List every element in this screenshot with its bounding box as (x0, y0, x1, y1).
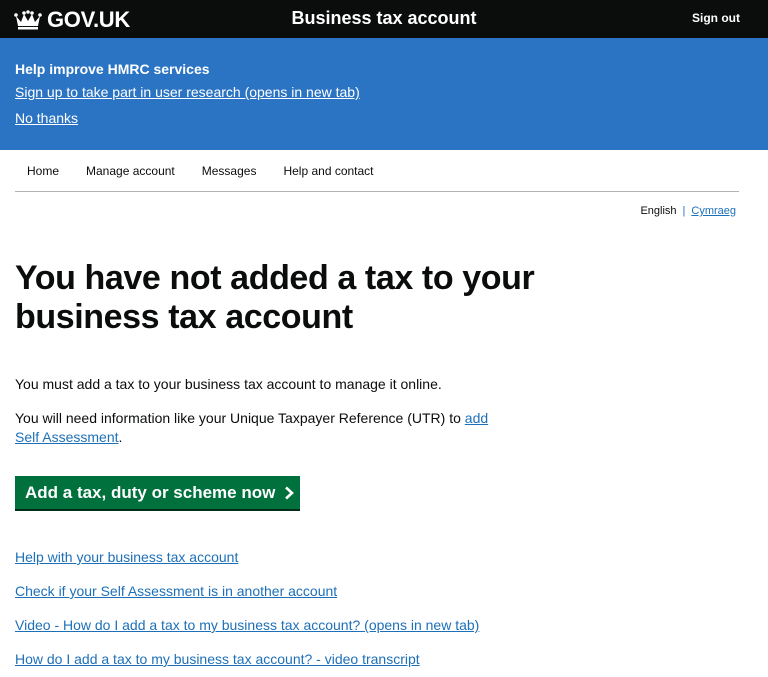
video-transcript-link[interactable]: How do I add a tax to my business tax ac… (15, 651, 420, 667)
nav-item-home[interactable]: Home (27, 164, 59, 178)
account-nav: Home Manage account Messages Help and co… (15, 150, 739, 192)
no-thanks-link[interactable]: No thanks (15, 110, 78, 126)
language-current: English (640, 205, 677, 217)
service-name-link[interactable]: Business tax account (291, 8, 476, 28)
info-paragraph-end: . (118, 429, 123, 445)
video-add-tax-link[interactable]: Video - How do I add a tax to my busines… (15, 617, 479, 633)
intro-paragraph: You must add a tax to your business tax … (15, 376, 442, 392)
language-separator: | (682, 205, 686, 217)
language-toggle: English | Cymraeg (640, 205, 736, 217)
info-paragraph-text: You will need information like your Uniq… (15, 410, 465, 426)
govuk-logo-link[interactable]: GOV.UK (14, 7, 130, 33)
research-signup-link[interactable]: Sign up to take part in user research (o… (15, 84, 360, 100)
sign-out-link[interactable]: Sign out (692, 11, 740, 25)
crown-icon (14, 10, 42, 30)
check-self-assessment-link[interactable]: Check if your Self Assessment is in anot… (15, 583, 337, 599)
nav-item-messages[interactable]: Messages (202, 164, 257, 178)
info-paragraph: You will need information like your Uniq… (15, 409, 490, 447)
add-tax-button[interactable]: Add a tax, duty or scheme now (15, 476, 300, 509)
chevron-right-icon (285, 486, 295, 499)
nav-item-manage-account[interactable]: Manage account (86, 164, 175, 178)
site-header: GOV.UK Business tax account Sign out (0, 0, 768, 38)
nav-item-help-and-contact[interactable]: Help and contact (283, 164, 373, 178)
page-title: You have not added a tax to your busines… (15, 259, 535, 336)
banner-title: Help improve HMRC services (15, 61, 210, 77)
logo-text: GOV.UK (47, 7, 130, 32)
research-banner: Help improve HMRC services Sign up to ta… (0, 38, 768, 150)
help-business-tax-account-link[interactable]: Help with your business tax account (15, 549, 238, 565)
language-cymraeg-link[interactable]: Cymraeg (691, 205, 736, 217)
add-tax-button-label: Add a tax, duty or scheme now (25, 482, 276, 502)
